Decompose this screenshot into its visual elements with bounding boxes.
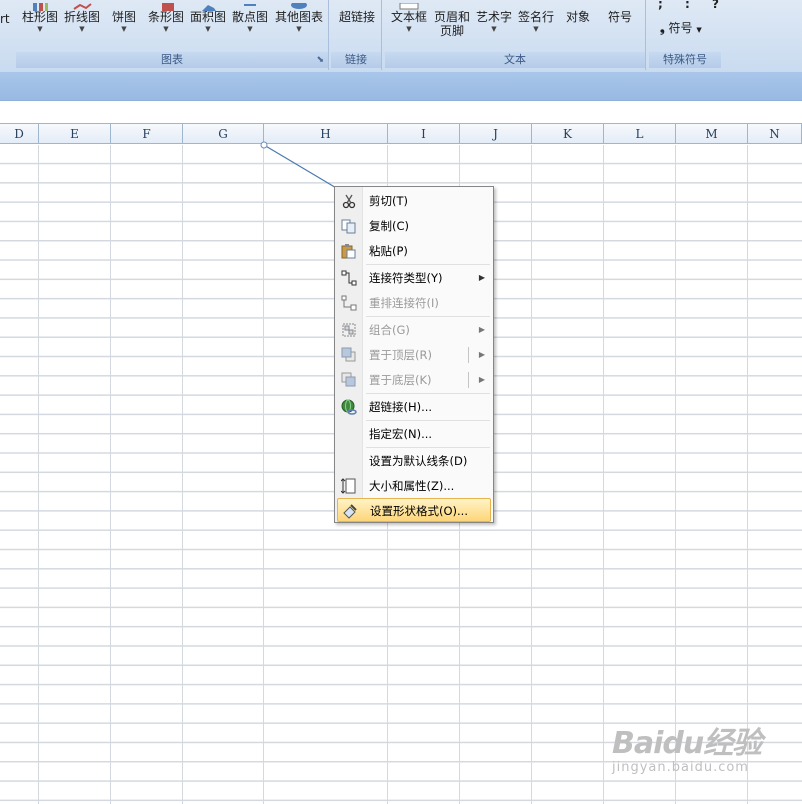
menu-item-set-default-line[interactable]: 设置为默认线条(D) bbox=[337, 449, 491, 473]
menu-item-label: 置于顶层(R) bbox=[369, 348, 432, 362]
menu-separator bbox=[366, 447, 490, 448]
menu-item-label: 粘贴(P) bbox=[369, 244, 408, 258]
submenu-arrow-icon[interactable]: ▶ bbox=[479, 368, 485, 392]
group-icon bbox=[341, 322, 357, 338]
menu-item-label: 重排连接符(I) bbox=[369, 296, 439, 310]
connector-type-icon bbox=[341, 270, 357, 286]
context-menu: 剪切(T) 复制(C) 粘贴(P) 连接符类型(Y) ▶ 重排连接符(I) 组合… bbox=[334, 186, 494, 523]
menu-item-paste[interactable]: 粘贴(P) bbox=[337, 239, 491, 263]
menu-item-cut[interactable]: 剪切(T) bbox=[337, 189, 491, 213]
menu-item-hyperlink[interactable]: 超链接(H)... bbox=[337, 395, 491, 419]
menu-item-connector-type[interactable]: 连接符类型(Y) ▶ bbox=[337, 266, 491, 290]
menu-item-size-properties[interactable]: 大小和属性(Z)... bbox=[337, 474, 491, 498]
submenu-arrow-icon: ▶ bbox=[478, 325, 485, 334]
menu-item-bring-to-front[interactable]: 置于顶层(R) ▶ bbox=[337, 343, 491, 367]
hyperlink-globe-icon bbox=[341, 399, 357, 415]
menu-item-label: 剪切(T) bbox=[369, 194, 408, 208]
menu-item-label: 设置形状格式(O)... bbox=[370, 504, 468, 518]
send-to-back-icon bbox=[341, 372, 357, 388]
menu-item-copy[interactable]: 复制(C) bbox=[337, 214, 491, 238]
menu-item-label: 指定宏(N)... bbox=[369, 427, 433, 441]
copy-icon bbox=[341, 218, 357, 234]
menu-item-label: 复制(C) bbox=[369, 219, 410, 233]
menu-item-assign-macro[interactable]: 指定宏(N)... bbox=[337, 422, 491, 446]
bring-to-front-icon bbox=[341, 347, 357, 363]
menu-item-send-to-back[interactable]: 置于底层(K) ▶ bbox=[337, 368, 491, 392]
menu-separator bbox=[366, 420, 490, 421]
menu-item-label: 组合(G) bbox=[369, 323, 410, 337]
size-properties-icon bbox=[340, 478, 357, 494]
split-divider bbox=[468, 372, 469, 388]
menu-item-group[interactable]: 组合(G) ▶ bbox=[337, 318, 491, 342]
format-shape-icon bbox=[342, 503, 358, 519]
menu-item-reroute-connectors[interactable]: 重排连接符(I) bbox=[337, 291, 491, 315]
reroute-connector-icon bbox=[341, 295, 357, 311]
scissors-icon bbox=[341, 193, 357, 209]
menu-item-label: 设置为默认线条(D) bbox=[369, 454, 468, 468]
menu-item-label: 超链接(H)... bbox=[369, 400, 433, 414]
watermark-url: jingyan.baidu.com bbox=[612, 760, 749, 775]
watermark-brand: Baidu经验 bbox=[612, 726, 762, 761]
menu-separator bbox=[366, 264, 490, 265]
menu-item-label: 连接符类型(Y) bbox=[369, 271, 443, 285]
baidu-jingyan-watermark: Baidu经验 jingyan.baidu.com bbox=[612, 718, 762, 788]
paste-icon bbox=[341, 243, 357, 259]
menu-separator bbox=[366, 393, 490, 394]
menu-item-label: 大小和属性(Z)... bbox=[369, 479, 455, 493]
split-divider bbox=[468, 347, 469, 363]
menu-separator bbox=[366, 316, 490, 317]
submenu-arrow-icon[interactable]: ▶ bbox=[479, 343, 485, 367]
menu-item-format-shape[interactable]: 设置形状格式(O)... bbox=[337, 498, 491, 522]
menu-item-label: 置于底层(K) bbox=[369, 373, 432, 387]
submenu-arrow-icon: ▶ bbox=[478, 273, 485, 282]
